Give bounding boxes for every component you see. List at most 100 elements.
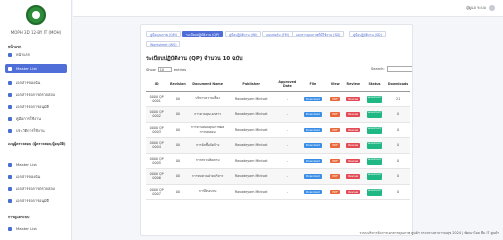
page-title: ระเบียบปฏิบัติงาน (QP) จำนวน 10 ฉบับ [146, 56, 243, 62]
approve-icon [8, 104, 12, 109]
cell-document-name: การควบคุมเอกสาร [188, 106, 227, 123]
tab-sd-active[interactable]: เอกสารคุณภาพที่มีใช้งาน (SD) [292, 31, 345, 37]
document-type-tabs: คู่มือคุณภาพ (QM) ระเบียบปฏิบัติงาน (QP)… [146, 31, 411, 51]
search-input[interactable] [386, 66, 412, 72]
view-pdf-button[interactable]: PDF [330, 189, 340, 194]
cell-revision: 00 [167, 153, 189, 169]
download-button[interactable]: Download [303, 158, 322, 163]
home-icon [8, 52, 12, 57]
view-pdf-button[interactable]: PDF [330, 96, 340, 101]
cell-downloads: 0 [386, 168, 410, 185]
column-header-approved-date[interactable]: Approved Date [275, 77, 300, 92]
tab-ws[interactable]: Worksheet (WS) [146, 41, 181, 47]
view-pdf-button[interactable]: PDF [330, 158, 340, 163]
cell-publisher: Ravadeyom Minivat [226, 137, 276, 154]
cell-revision: 00 [167, 168, 189, 185]
download-button[interactable]: Download [303, 143, 322, 148]
sidebar-item-manual[interactable]: คู่มือการใช้งาน [5, 114, 67, 123]
table-row: 0000 QP 0007 00 การฝึกอบรม Ravadeyom Miniva… [146, 184, 410, 200]
view-pdf-button[interactable]: PDF [330, 127, 340, 132]
review-button[interactable]: Review [346, 189, 361, 194]
cell-document-name: การตรวจติดตาม [188, 153, 227, 169]
document-card: คู่มือคุณภาพ (QM) ระเบียบปฏิบัติงาน (QP)… [140, 24, 413, 236]
column-header-revision[interactable]: Revision [167, 77, 189, 92]
status-badge: เผยแพร่แล้ว [366, 157, 382, 165]
system-name: MOPH 3D 12-BY IT (MOH) [10, 30, 62, 35]
review-icon [8, 92, 12, 97]
sidebar: MOPH 3D 12-BY IT (MOH) หน้าแรก หน้าแรก M… [0, 0, 72, 240]
review-button[interactable]: Review [346, 127, 361, 132]
cell-approved-date: - [275, 153, 300, 169]
cell-approved-date: - [275, 106, 300, 123]
table-row: 0000 QP 0006 00 การทบทวนฝ่ายบริหาร Ravadeyo… [146, 168, 410, 185]
cell-approved-date: - [275, 122, 300, 138]
list-icon [8, 162, 12, 167]
tab-fm[interactable]: แบบฟอร์ม (FM) [262, 31, 293, 37]
table-row: 0000 QP 0004 00 การจัดซื้อจัดจ้าง Ravadeyom… [146, 137, 410, 154]
list-icon [8, 66, 12, 71]
review-button[interactable]: Review [346, 174, 361, 179]
review-button[interactable]: Review [346, 158, 361, 163]
review-button[interactable]: Review [346, 96, 361, 101]
download-button[interactable]: Download [303, 189, 322, 194]
download-button[interactable]: Download [303, 112, 322, 117]
status-badge: เผยแพร่แล้ว [366, 111, 382, 119]
sidebar-item-history[interactable]: ประวัติการใช้งาน [5, 126, 67, 135]
cell-downloads: 0 [386, 122, 410, 138]
sidebar-item-pending-review[interactable]: เอกสารรอการตรวจสอบ [5, 90, 67, 99]
download-button[interactable]: Download [303, 96, 322, 101]
column-header-file[interactable]: File [299, 77, 327, 92]
view-pdf-button[interactable]: PDF [330, 112, 340, 117]
column-header-id[interactable]: ID [146, 77, 168, 92]
avatar [489, 5, 495, 11]
sidebar-item-master-list-admin[interactable]: Master List [5, 224, 67, 233]
download-button[interactable]: Download [303, 127, 322, 132]
column-header-document-name[interactable]: Document Name [188, 77, 227, 92]
review-button[interactable]: Review [346, 112, 361, 117]
column-header-publisher[interactable]: Publisher [226, 77, 276, 92]
sidebar-item-home[interactable]: หน้าแรก [5, 50, 67, 59]
review-button[interactable]: Review [346, 143, 361, 148]
cell-publisher: Ravadeyom Minivat [226, 91, 276, 107]
table-header-row: ID Revision Document Name Publisher Appr… [146, 77, 410, 92]
view-pdf-button[interactable]: PDF [330, 143, 340, 148]
tab-qp[interactable]: ระเบียบปฏิบัติงาน (QP) [182, 31, 224, 37]
user-menu[interactable]: ผู้ดูแล ระบบ [466, 5, 495, 11]
cell-id: 0000 QP 0004 [146, 137, 168, 154]
column-header-status[interactable]: Status [362, 77, 387, 92]
cell-id: 0000 QP 0003 [146, 122, 168, 138]
sidebar-item-pending-approval-reviewer[interactable]: เอกสารรอการอนุมัติ [5, 196, 67, 205]
cell-downloads: 0 [386, 184, 410, 200]
top-bar: ผู้ดูแล ระบบ [73, 0, 503, 17]
cell-id: 0000 QP 0007 [146, 184, 168, 200]
tab-qm[interactable]: คู่มือคุณภาพ (QM) [146, 31, 181, 37]
document-icon [8, 80, 12, 85]
review-icon [8, 186, 12, 191]
column-header-downloads[interactable]: Downloads [386, 77, 410, 92]
column-header-review[interactable]: Review [343, 77, 363, 92]
cell-downloads: 0 [386, 106, 410, 123]
status-badge: เผยแพร่แล้ว [366, 126, 382, 134]
column-header-view[interactable]: View [326, 77, 344, 92]
cell-document-name: บริหารความเสี่ยง [188, 91, 227, 107]
cell-approved-date: - [275, 184, 300, 200]
tab-sd[interactable]: คู่มือปฏิบัติงาน (SD) [349, 31, 386, 37]
sidebar-item-my-documents-reviewer[interactable]: เอกสารของฉัน [5, 172, 67, 181]
cell-document-name: การทวนสอบคุณภาพผลการทดสอบ [188, 122, 227, 138]
status-badge: เผยแพร่แล้ว [366, 142, 382, 150]
entries-select[interactable]: 10 [157, 67, 172, 72]
sidebar-item-pending-approval[interactable]: เอกสารรอการอนุมัติ [5, 102, 67, 111]
sidebar-item-master-list[interactable]: Master List [5, 64, 67, 73]
view-pdf-button[interactable]: PDF [330, 174, 340, 179]
sidebar-item-my-documents[interactable]: เอกสารของฉัน [5, 78, 67, 87]
show-entries-control: Show 10 entries [146, 67, 187, 72]
organization-logo [26, 5, 46, 25]
sidebar-item-master-list-reviewer[interactable]: Master List [5, 160, 67, 169]
sidebar-item-pending-review-reviewer[interactable]: เอกสารรอการตรวจสอบ [5, 184, 67, 193]
cell-document-name: การฝึกอบรม [188, 184, 227, 200]
download-button[interactable]: Download [303, 174, 322, 179]
documents-table: ID Revision Document Name Publisher Appr… [146, 77, 410, 200]
table-row: 0000 QP 0003 00 การทวนสอบคุณภาพผลการทดสอบ R… [146, 122, 410, 138]
tab-wi[interactable]: คู่มือปฏิบัติงาน (WI) [225, 31, 262, 37]
cell-approved-date: - [275, 91, 300, 107]
